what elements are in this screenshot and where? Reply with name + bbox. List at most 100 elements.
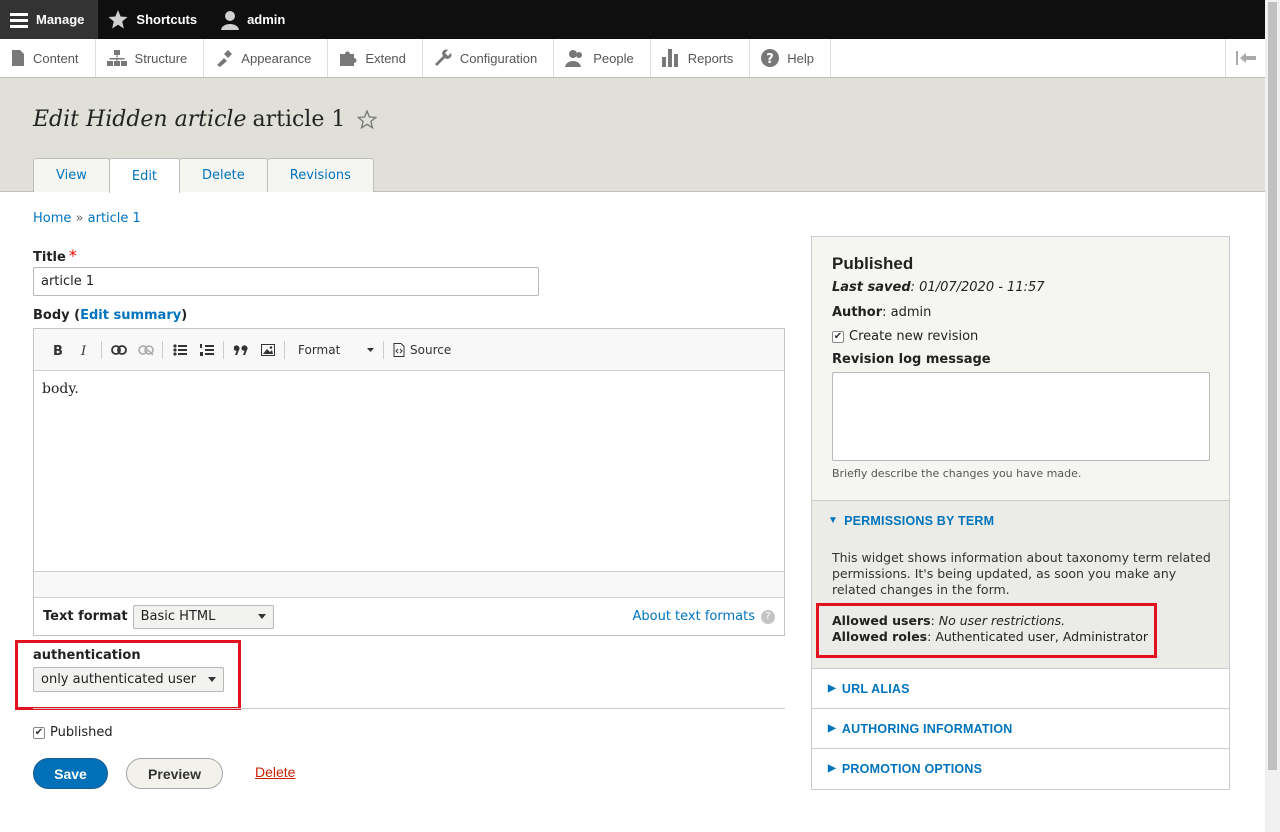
- authoring-information-title: AUTHORING INFORMATION: [841, 721, 1013, 736]
- primary-tabs: View Edit Delete Revisions: [33, 158, 374, 193]
- save-button[interactable]: Save: [33, 758, 108, 789]
- source-button[interactable]: Source: [387, 342, 457, 357]
- author-info: Author: admin: [832, 305, 932, 320]
- body-label-text: Body (: [33, 308, 81, 323]
- promotion-options-toggle[interactable]: ▶ PROMOTION OPTIONS: [812, 749, 1229, 788]
- image-button[interactable]: [254, 337, 281, 363]
- breadcrumb-current[interactable]: article 1: [88, 211, 141, 226]
- link-icon: [110, 344, 127, 355]
- page-title: Edit Hidden article article 1: [33, 107, 378, 132]
- toolbar-separator: [101, 340, 102, 359]
- url-alias-toggle[interactable]: ▶ URL ALIAS: [812, 669, 1229, 708]
- menu-appearance[interactable]: Appearance: [204, 39, 329, 77]
- tab-delete[interactable]: Delete: [179, 158, 268, 192]
- bold-button[interactable]: B: [44, 337, 71, 363]
- title-label-text: Title: [33, 250, 66, 265]
- toolbar-separator: [284, 340, 285, 359]
- permissions-by-term-toggle[interactable]: ▼ PERMISSIONS BY TERM: [812, 501, 1229, 540]
- menu-structure[interactable]: Structure: [96, 39, 205, 77]
- promotion-options-section: ▶ PROMOTION OPTIONS: [812, 749, 1229, 789]
- revision-log-textarea[interactable]: [832, 372, 1210, 461]
- menu-people[interactable]: People: [554, 39, 651, 77]
- manage-toolbar-button[interactable]: Manage: [0, 0, 99, 39]
- shortcut-star-icon[interactable]: [357, 110, 378, 129]
- user-toolbar-button[interactable]: admin: [211, 0, 299, 39]
- tab-revisions[interactable]: Revisions: [266, 158, 374, 192]
- editor-toolbar: B I Format Source: [34, 329, 784, 371]
- breadcrumb-home[interactable]: Home: [33, 211, 71, 226]
- title-input-value: article 1: [41, 274, 95, 289]
- delete-link[interactable]: Delete: [255, 764, 295, 780]
- page-scrollbar[interactable]: [1265, 0, 1280, 832]
- format-dropdown-label: Format: [298, 342, 341, 357]
- menu-content[interactable]: Content: [0, 39, 96, 77]
- text-format-row: Text format Basic HTML About text format…: [34, 598, 784, 635]
- numbered-list-button[interactable]: [193, 337, 220, 363]
- page-title-name: article 1: [252, 107, 346, 132]
- node-sidebar: Published Last saved: 01/07/2020 - 11:57…: [811, 236, 1230, 790]
- author-value: admin: [890, 305, 932, 320]
- revision-log-label: Revision log message: [832, 352, 991, 367]
- blockquote-button[interactable]: [227, 337, 254, 363]
- title-input[interactable]: article 1: [33, 267, 539, 296]
- menu-reports[interactable]: Reports: [651, 39, 751, 77]
- triangle-right-icon: ▶: [828, 683, 836, 694]
- last-saved-label: Last saved: [832, 280, 911, 295]
- link-button[interactable]: [105, 337, 132, 363]
- permissions-by-term-title: PERMISSIONS BY TERM: [844, 513, 995, 528]
- admin-toolbar: Manage Shortcuts admin: [0, 0, 1265, 39]
- edit-summary-link[interactable]: Edit summary: [80, 308, 181, 323]
- published-checkbox[interactable]: ✔: [33, 726, 45, 739]
- published-checkbox-row[interactable]: ✔ Published: [33, 725, 113, 740]
- quote-icon: [233, 344, 247, 355]
- menu-extend[interactable]: Extend: [328, 39, 423, 77]
- help-icon: ?: [761, 49, 780, 67]
- menu-reports-label: Reports: [687, 50, 734, 66]
- menu-configuration[interactable]: Configuration: [423, 39, 555, 77]
- about-text-formats-link[interactable]: About text formats ?: [632, 609, 775, 624]
- italic-icon: I: [80, 344, 87, 356]
- menu-people-label: People: [593, 50, 634, 66]
- authoring-information-toggle[interactable]: ▶ AUTHORING INFORMATION: [812, 709, 1229, 748]
- shortcuts-toolbar-button[interactable]: Shortcuts: [98, 0, 211, 39]
- highlight-box-permissions: [816, 603, 1157, 658]
- text-format-select[interactable]: Basic HTML: [132, 604, 274, 629]
- tab-view[interactable]: View: [33, 158, 110, 192]
- numbered-list-icon: [199, 343, 214, 356]
- tab-edit[interactable]: Edit: [108, 158, 181, 193]
- svg-text:B: B: [53, 344, 63, 356]
- star-icon: [108, 10, 128, 29]
- preview-button[interactable]: Preview: [126, 758, 223, 789]
- editor-content-area[interactable]: body.: [34, 371, 784, 571]
- url-alias-title: URL ALIAS: [841, 681, 910, 696]
- create-revision-label: Create new revision: [849, 329, 979, 344]
- format-dropdown[interactable]: Format: [292, 337, 380, 363]
- text-format-label: Text format: [43, 609, 128, 624]
- create-revision-row[interactable]: ✔ Create new revision: [832, 329, 978, 344]
- hamburger-menu-icon: [10, 12, 28, 28]
- published-label: Published: [50, 725, 113, 740]
- editor-resize-bar: [34, 571, 784, 598]
- unlink-button[interactable]: [132, 337, 159, 363]
- puzzle-piece-icon: [340, 51, 357, 66]
- last-saved: Last saved: 01/07/2020 - 11:57: [832, 280, 1045, 295]
- page-title-type: Edit Hidden article: [33, 107, 247, 132]
- create-revision-checkbox[interactable]: ✔: [832, 330, 844, 343]
- help-circle-icon: ?: [761, 609, 775, 624]
- menu-extend-label: Extend: [365, 50, 406, 66]
- svg-text:?: ?: [766, 52, 774, 67]
- tray-orientation-toggle[interactable]: [1225, 39, 1265, 77]
- italic-button[interactable]: I: [71, 337, 98, 363]
- paintbrush-icon: [217, 50, 233, 67]
- body-label-close: ): [181, 308, 188, 323]
- promotion-options-title: PROMOTION OPTIONS: [841, 761, 983, 776]
- caret-down-icon: [367, 347, 374, 352]
- bulleted-list-button[interactable]: [166, 337, 193, 363]
- form-divider: [33, 708, 785, 709]
- required-marker: *: [68, 246, 77, 265]
- author-label: Author: [832, 305, 883, 320]
- unlink-icon: [137, 344, 154, 356]
- toolbar-separator: [162, 340, 163, 359]
- scrollbar-thumb[interactable]: [1268, 2, 1277, 770]
- menu-help[interactable]: ? Help: [750, 39, 831, 77]
